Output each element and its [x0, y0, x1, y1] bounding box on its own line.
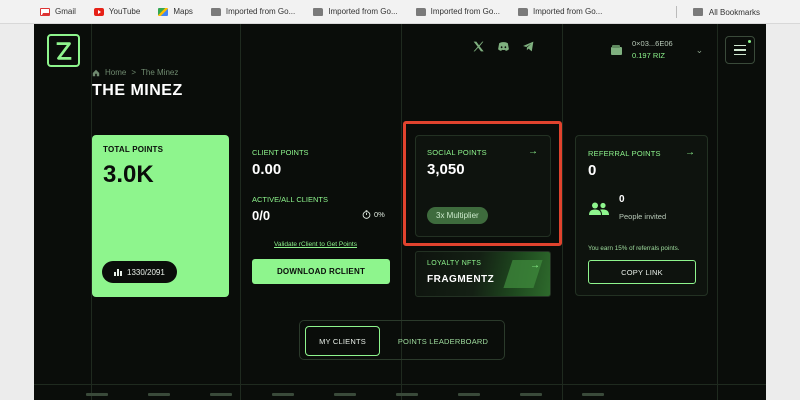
- app-logo[interactable]: [47, 34, 80, 67]
- column-header: [520, 393, 542, 396]
- tab-my-clients[interactable]: MY CLIENTS: [305, 326, 380, 356]
- divider: [675, 6, 677, 18]
- column-header: [148, 393, 170, 396]
- column-header: [272, 393, 294, 396]
- divider: [34, 384, 766, 385]
- download-rclient-button[interactable]: DOWNLOAD RCLIENT: [252, 259, 390, 284]
- timer-icon: [362, 210, 371, 219]
- bar-chart-icon: [114, 269, 122, 276]
- social-points-value: 3,050: [427, 161, 465, 178]
- menu-button[interactable]: [725, 36, 755, 64]
- multiplier-badge: 3x Multiplier: [427, 207, 488, 224]
- menu-line: [734, 53, 746, 56]
- arrow-right-icon: →: [530, 260, 540, 271]
- rank-badge: 1330/2091: [102, 261, 177, 283]
- people-invited-label: People invited: [619, 212, 667, 221]
- column-header: [210, 393, 232, 396]
- app-window: Home > The Minez THE MINEZ 0×03...6E06 0…: [34, 24, 766, 400]
- loyalty-nfts-value: FRAGMENTZ: [427, 274, 495, 285]
- loyalty-nfts-label: LOYALTY NFTS: [427, 260, 482, 267]
- social-points-card[interactable]: SOCIAL POINTS → 3,050 3x Multiplier: [415, 135, 551, 237]
- wallet-address: 0×03...6E06: [632, 39, 673, 48]
- uptime-percent: 0%: [362, 210, 385, 219]
- wallet-icon: [611, 45, 622, 55]
- social-links: [472, 40, 535, 53]
- uptime-percent-value: 0%: [374, 210, 385, 219]
- breadcrumb-current: The Minez: [141, 68, 179, 77]
- copy-link-button[interactable]: COPY LINK: [588, 260, 696, 284]
- column-header: [334, 393, 356, 396]
- active-clients-value: 0/0: [252, 208, 271, 223]
- column-header: [86, 393, 108, 396]
- youtube-icon: [93, 7, 104, 16]
- notification-dot: [748, 40, 751, 43]
- bookmark-gmail[interactable]: Gmail: [40, 7, 76, 16]
- total-points-value: 3.0K: [103, 161, 154, 188]
- divider: [562, 24, 563, 400]
- x-icon[interactable]: [472, 40, 485, 53]
- wallet-balance: 0.197 RIZ: [632, 51, 665, 60]
- folder-icon: [210, 7, 221, 16]
- bookmark-youtube[interactable]: YouTube: [93, 7, 140, 16]
- client-points-value: 0.00: [252, 161, 282, 178]
- breadcrumb: Home > The Minez: [92, 68, 178, 77]
- total-points-label: TOTAL POINTS: [103, 145, 164, 154]
- client-points-label: CLIENT POINTS: [252, 148, 309, 157]
- loyalty-nfts-card[interactable]: LOYALTY NFTS FRAGMENTZ →: [415, 251, 551, 297]
- social-points-label: SOCIAL POINTS: [427, 148, 487, 157]
- referral-points-value: 0: [588, 162, 597, 179]
- validate-rclient-link[interactable]: Validate rClient to Get Points: [274, 241, 357, 248]
- rank-value: 1330/2091: [127, 267, 165, 277]
- divider: [717, 24, 718, 400]
- bookmark-folder-1[interactable]: Imported from Go...: [210, 7, 295, 16]
- home-icon: [92, 69, 100, 76]
- chevron-down-icon: ⌄: [695, 44, 704, 55]
- view-tabs: MY CLIENTS POINTS LEADERBOARD: [299, 320, 505, 360]
- logo-icon: [56, 41, 71, 60]
- folder-icon: [517, 7, 528, 16]
- gmail-icon: [40, 7, 50, 16]
- folder-icon: [313, 7, 324, 16]
- maps-icon: [158, 7, 169, 16]
- telegram-icon[interactable]: [522, 40, 535, 53]
- total-points-card: TOTAL POINTS 3.0K 1330/2091: [92, 135, 229, 297]
- referral-points-card: REFERRAL POINTS → 0 0 People invited You…: [575, 135, 708, 296]
- bookmark-maps[interactable]: Maps: [158, 7, 193, 16]
- breadcrumb-separator: >: [131, 68, 137, 77]
- column-header: [396, 393, 418, 396]
- column-header: [458, 393, 480, 396]
- tab-points-leaderboard[interactable]: POINTS LEADERBOARD: [386, 326, 500, 356]
- menu-line: [734, 44, 746, 47]
- people-icon: [589, 202, 609, 215]
- wallet-button[interactable]: 0×03...6E06 0.197 RIZ ⌄: [611, 38, 703, 62]
- arrow-right-icon[interactable]: →: [685, 147, 695, 158]
- bookmark-folder-4[interactable]: Imported from Go...: [517, 7, 602, 16]
- active-clients-label: ACTIVE/ALL CLIENTS: [252, 195, 328, 204]
- referral-note: You earn 15% of referrals points.: [588, 245, 680, 252]
- breadcrumb-home[interactable]: Home: [105, 68, 126, 77]
- bookmark-folder-3[interactable]: Imported from Go...: [415, 7, 500, 16]
- discord-icon[interactable]: [497, 40, 510, 53]
- folder-icon: [692, 8, 703, 16]
- column-header: [582, 393, 604, 396]
- referral-points-label: REFERRAL POINTS: [588, 149, 661, 158]
- table-header-partial: [86, 393, 604, 396]
- menu-line: [734, 49, 746, 51]
- people-invited-count: 0: [619, 194, 625, 205]
- page-title: THE MINEZ: [92, 82, 183, 99]
- folder-icon: [415, 7, 426, 16]
- all-bookmarks[interactable]: All Bookmarks: [675, 0, 760, 24]
- bookmark-folder-2[interactable]: Imported from Go...: [313, 7, 398, 16]
- divider: [240, 24, 241, 400]
- arrow-right-icon: →: [528, 146, 538, 157]
